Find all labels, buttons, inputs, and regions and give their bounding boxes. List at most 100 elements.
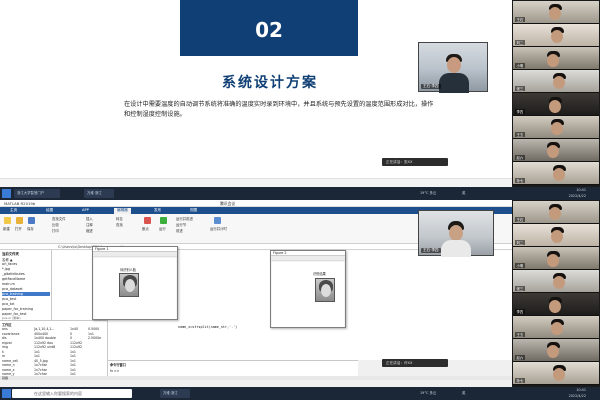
workspace-var-max: 1x1 — [88, 331, 94, 336]
figure-toolbar[interactable] — [93, 252, 177, 257]
file-item[interactable]: pca_test — [2, 297, 16, 301]
participant-tile[interactable]: 张三 — [513, 70, 599, 93]
participant-tile[interactable]: 王石 — [513, 201, 599, 224]
command-window[interactable]: 命令行窗口 fx >> — [108, 360, 358, 376]
figure-window-2[interactable]: Figure 2 识别结果 — [270, 250, 346, 328]
file-item[interactable]: orl_faces — [2, 262, 17, 266]
file-item[interactable]: pca_txt — [2, 302, 14, 306]
taskbar-item-browser[interactable]: 浙江大学智慧门户 — [14, 189, 60, 198]
taskbar-item-meeting[interactable]: 万维·浙江 — [84, 189, 114, 198]
file-item[interactable]: *.jpg — [2, 267, 10, 271]
workspace-var-name[interactable]: m — [2, 354, 5, 358]
file-item-selected[interactable]: pca_training — [2, 292, 50, 296]
workspace-var-min: 112x92 — [70, 340, 83, 345]
workspace-var-name[interactable]: name_cell — [2, 359, 18, 363]
print-button[interactable]: 打印 — [52, 228, 59, 233]
presenter-body — [441, 240, 471, 257]
participant-tile[interactable]: 孙七 — [513, 362, 599, 385]
run-time-button[interactable]: 运行并计时 — [210, 226, 227, 231]
breakpoints-button[interactable]: 断点 — [142, 226, 149, 231]
tab-plots[interactable]: 绘图 — [46, 208, 53, 213]
current-folder-panel: 当前文件夹 名称 ▲ orl_faces *.jpg _gitattribute… — [0, 250, 52, 320]
taskbar-language[interactable]: 英 — [462, 190, 465, 195]
workspace-var-name[interactable]: ans — [2, 327, 8, 331]
participant-tile[interactable]: 赵六 — [513, 139, 599, 162]
run-section-button[interactable]: 运行节 — [176, 222, 186, 227]
file-item[interactable]: pca_dataset — [2, 287, 23, 291]
new-file-icon[interactable] — [4, 217, 11, 224]
participant-name: 赵六 — [515, 155, 525, 160]
windows-start-icon[interactable] — [2, 189, 11, 198]
participant-tile[interactable]: 孙七 — [513, 162, 599, 185]
workspace-var-name[interactable]: dis — [2, 336, 7, 340]
participant-tile[interactable]: 李四 — [513, 93, 599, 116]
save-icon[interactable] — [28, 217, 35, 224]
status-text: 就绪 — [2, 376, 9, 380]
workspace-var-name[interactable]: k — [2, 350, 4, 354]
taskbar-item-meeting[interactable]: 万维·浙江 — [160, 389, 190, 398]
face-image-query — [119, 273, 139, 297]
windows-start-icon[interactable] — [2, 389, 11, 398]
run-button[interactable]: 运行 — [159, 226, 166, 231]
file-item[interactable]: getFaceName — [2, 277, 25, 281]
workspace-var-value: [a,1,10,4,1... — [34, 327, 55, 331]
participant-name: 李四 — [515, 309, 525, 314]
participant-tile[interactable]: 小明 — [513, 247, 599, 270]
taskbar-language[interactable]: 英 — [462, 390, 465, 395]
participant-name: 李四 — [515, 109, 525, 114]
breakpoints-icon[interactable] — [144, 217, 151, 224]
file-item[interactable]: paper_for_training — [2, 307, 33, 311]
figure-toolbar[interactable] — [271, 256, 345, 261]
participant-strip-bottom: 王石 刘二 小明 张三 李四 王五 赵六 孙七 — [512, 200, 600, 387]
participant-tile[interactable]: 王五 — [513, 116, 599, 139]
workspace-var-value: 1x7char — [34, 367, 47, 372]
run-time-icon[interactable] — [214, 217, 221, 224]
presenter-camera-tile[interactable]: 王石·李四 — [418, 210, 494, 257]
find-files-button[interactable]: 查找文件 — [52, 216, 66, 221]
slide-number: 02 — [255, 18, 283, 42]
tab-view[interactable]: 视图 — [190, 208, 197, 213]
find-button[interactable]: 查找 — [116, 222, 123, 227]
participant-tile[interactable]: 赵六 — [513, 339, 599, 362]
workspace-var-min: 0 — [70, 336, 73, 340]
figure-window-1[interactable]: Figure 1 待识别人脸 — [92, 246, 178, 320]
workspace-var-name[interactable]: eigval — [2, 341, 12, 345]
workspace-var-name[interactable]: name_n — [2, 363, 15, 367]
workspace-var-name[interactable]: name_x — [2, 368, 15, 372]
participant-name: 王石 — [515, 17, 525, 22]
save-button[interactable]: 保存 — [27, 226, 34, 231]
goto-button[interactable]: 转至 — [116, 216, 123, 221]
advance-button[interactable]: 前进 — [176, 228, 183, 233]
file-item[interactable]: main.m — [2, 282, 15, 286]
tab-publish[interactable]: 发布 — [154, 208, 161, 213]
command-prompt[interactable]: fx >> — [110, 369, 119, 373]
indent-button[interactable]: 缩进 — [86, 228, 93, 233]
taskbar-search-input[interactable]: 在这里输入你要搜索的内容 — [12, 389, 132, 398]
comment-button[interactable]: 注释 — [86, 222, 93, 227]
run-icon[interactable] — [160, 217, 167, 224]
participant-tile[interactable]: 张三 — [513, 270, 599, 293]
insert-button[interactable]: 插入 — [86, 216, 93, 221]
participant-tile[interactable]: 刘二 — [513, 24, 599, 47]
file-item[interactable]: _gitattributes — [2, 272, 25, 276]
participant-tile[interactable]: 刘二 — [513, 224, 599, 247]
participant-tile[interactable]: 王石 — [513, 1, 599, 24]
participant-name: 张三 — [515, 86, 525, 91]
run-advance-button[interactable]: 运行并前进 — [176, 216, 193, 221]
tab-apps[interactable]: APP — [82, 208, 89, 212]
slide-bottom-bar — [0, 178, 512, 187]
open-button[interactable]: 打开 — [15, 226, 22, 231]
compare-button[interactable]: 比较 — [52, 222, 59, 227]
participant-tile[interactable]: 李四 — [513, 293, 599, 316]
presenter-camera-tile[interactable]: 王石·李四 — [418, 42, 488, 93]
workspace-var-max: 2.5000e — [88, 336, 102, 340]
participant-name: 张三 — [515, 286, 525, 291]
workspace-var-name[interactable]: img — [2, 345, 8, 349]
new-button[interactable]: 新建 — [3, 226, 10, 231]
workspace-var-name[interactable]: covariance — [2, 332, 19, 336]
participant-tile[interactable]: 王五 — [513, 316, 599, 339]
participant-tile[interactable]: 小明 — [513, 47, 599, 70]
open-folder-icon[interactable] — [16, 217, 23, 224]
tab-home[interactable]: 主页 — [10, 208, 17, 213]
participant-name: 孙七 — [515, 178, 525, 183]
